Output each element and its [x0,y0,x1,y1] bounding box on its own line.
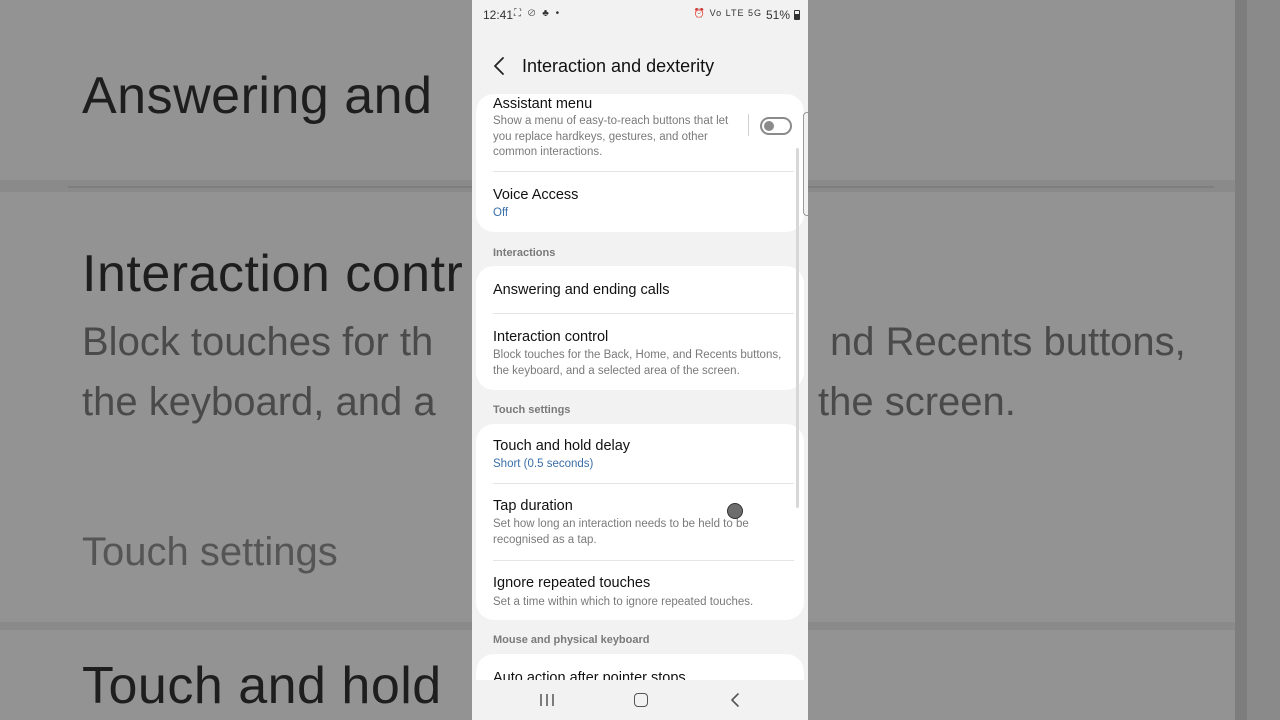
bg-text-answering: Answering and [82,67,433,125]
voice-access-row[interactable]: Voice Access Off [476,172,804,232]
bg-strip [1235,0,1247,720]
tap-duration-row[interactable]: Tap duration Set how long an interaction… [476,484,804,561]
battery-percent: 51% [765,8,790,22]
settings-card: Assistant menu Show a menu of easy-to-re… [476,94,804,232]
back-arrow-icon [494,57,504,75]
toggle-separator [748,114,749,136]
bg-text-keyboard-a: the keyboard, and a [82,380,436,424]
bg-text-block-b: nd Recents buttons, [830,320,1186,364]
interaction-control-title: Interaction control [493,329,609,345]
section-header-touch: Touch settings [493,404,571,416]
tap-duration-summary: Set how long an interaction needs to be … [493,518,749,546]
nav-back-button[interactable] [728,692,742,708]
bg-text-touch-settings: Touch settings [82,530,338,574]
interaction-control-row[interactable]: Interaction control Block touches for th… [476,314,804,390]
touch-indicator [727,503,743,519]
status-time: 12:41 [483,8,514,22]
voice-access-title: Voice Access [493,187,579,203]
section-header-interactions: Interactions [493,247,556,259]
settings-list[interactable]: Assistant menu Show a menu of easy-to-re… [472,94,808,680]
app-bar: Interaction and dexterity [472,44,808,88]
assistant-menu-row[interactable]: Assistant menu Show a menu of easy-to-re… [476,94,804,172]
navigation-bar [472,680,808,720]
ignore-repeated-title: Ignore repeated touches [493,575,651,591]
recents-icon [540,694,554,706]
assistant-menu-summary: Show a menu of easy-to-reach buttons tha… [493,115,729,158]
voice-access-value: Off [493,207,509,219]
phone-screen: 12:41 ⛶ ⊘ ♣ • ⏰ Vo LTE 5G 51% Interactio… [472,0,808,720]
bg-text-interaction: Interaction contr [82,245,464,303]
bg-text-keyboard-b: the screen. [818,380,1016,424]
bg-text-touch-hold: Touch and hold [82,657,442,715]
touch-hold-delay-row[interactable]: Touch and hold delay Short (0.5 seconds) [476,424,804,484]
touch-hold-delay-title: Touch and hold delay [493,438,631,454]
section-header-mouse: Mouse and physical keyboard [493,634,650,646]
answering-calls-row[interactable]: Answering and ending calls [476,266,804,314]
settings-card: Answering and ending calls Interaction c… [476,266,804,390]
toggle-knob [764,121,774,131]
recents-button[interactable] [538,692,556,708]
battery-icon [794,10,800,20]
auto-action-row[interactable]: Auto action after pointer stops [476,654,804,680]
nav-back-icon [731,693,739,707]
edge-panel-handle[interactable] [803,112,808,216]
settings-card: Touch and hold delay Short (0.5 seconds)… [476,424,804,620]
assistant-menu-toggle[interactable] [760,117,792,135]
home-button[interactable] [634,693,648,707]
settings-card: Auto action after pointer stops [476,654,804,680]
notification-icons: ⛶ ⊘ ♣ • [514,8,562,19]
scrollbar[interactable] [796,148,799,508]
page-title: Interaction and dexterity [522,56,715,76]
assistant-menu-title: Assistant menu [493,96,593,112]
signal-icons: ⏰ Vo LTE 5G [693,8,762,18]
tap-duration-title: Tap duration [493,498,573,514]
auto-action-title: Auto action after pointer stops [493,670,686,680]
ignore-repeated-row[interactable]: Ignore repeated touches Set a time withi… [476,561,804,620]
touch-hold-delay-value: Short (0.5 seconds) [493,458,594,470]
ignore-repeated-summary: Set a time within which to ignore repeat… [493,596,754,608]
bg-text-block-a: Block touches for th [82,320,434,364]
interaction-control-summary: Block touches for the Back, Home, and Re… [493,349,782,377]
back-button[interactable] [488,54,512,78]
status-bar: 12:41 ⛶ ⊘ ♣ • ⏰ Vo LTE 5G 51% [472,0,808,30]
answering-calls-title: Answering and ending calls [493,282,670,298]
